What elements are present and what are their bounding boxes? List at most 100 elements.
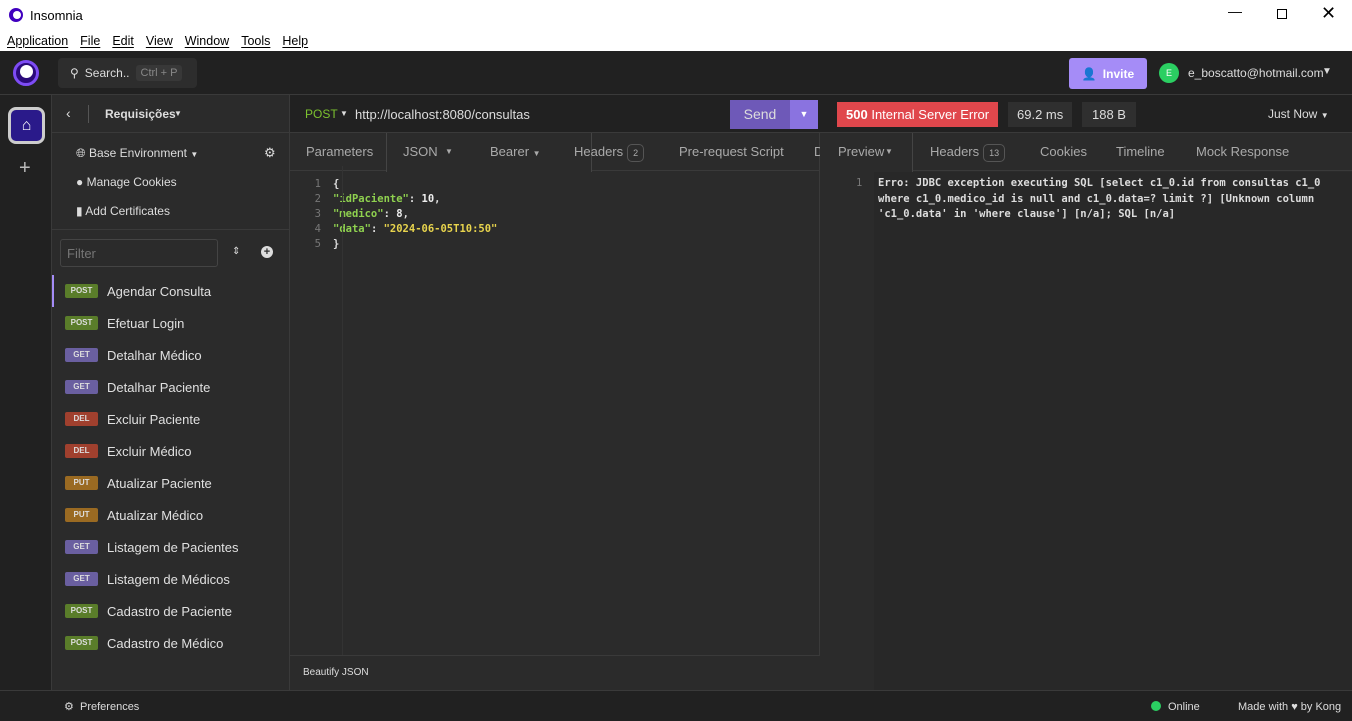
- globe-icon: 🌐︎: [76, 146, 86, 160]
- user-email[interactable]: e_boscatto@hotmail.com: [1188, 66, 1324, 80]
- app-header: ⚲ Search.. Ctrl + P 👤 Invite E e_boscatto…: [0, 51, 1352, 95]
- response-status-bar: 500 Internal Server Error 69.2 ms 188 B …: [820, 95, 1352, 133]
- menu-window[interactable]: Window: [185, 34, 229, 48]
- minimize-button[interactable]: —: [1228, 3, 1242, 19]
- method-badge: PUT: [65, 476, 98, 490]
- request-name: Efetuar Login: [107, 315, 185, 331]
- chevron-down-icon[interactable]: ▼: [174, 109, 182, 118]
- code-token: {: [333, 178, 340, 190]
- method-selector[interactable]: POST: [305, 107, 338, 121]
- send-button[interactable]: Send: [730, 100, 790, 129]
- tab-preview[interactable]: Preview ▼: [820, 133, 913, 172]
- tab-response-headers[interactable]: Headers 13: [930, 133, 1006, 171]
- plus-icon[interactable]: +: [19, 157, 31, 180]
- sidebar-request-item[interactable]: DEL Excluir Médico: [52, 435, 290, 467]
- tab-timeline[interactable]: Timeline: [1116, 133, 1165, 171]
- json-editor[interactable]: 1{2 "idPaciente": 10, 3 "medico": 8, 4 "data"…: [290, 166, 820, 657]
- tab-auth[interactable]: Bearer ▼: [490, 133, 541, 171]
- tab-prerequest-script[interactable]: Pre-request Script: [679, 133, 784, 171]
- search-shortcut: Ctrl + P: [135, 65, 183, 81]
- tab-mock-response[interactable]: Mock Response: [1196, 133, 1289, 171]
- chevron-down-icon: ▼: [190, 150, 199, 159]
- code-token: ,: [402, 208, 409, 220]
- gear-icon[interactable]: ⚙: [264, 145, 276, 161]
- tab-body-label: JSON: [403, 144, 438, 159]
- request-name: Excluir Paciente: [107, 411, 201, 427]
- add-request-icon[interactable]: +: [261, 246, 273, 258]
- back-icon[interactable]: ‹: [66, 105, 71, 121]
- collection-name[interactable]: Requisições: [105, 107, 176, 121]
- status-badge: 500 Internal Server Error: [837, 102, 999, 127]
- made-with-kong[interactable]: Made with ♥ by Kong: [1238, 701, 1341, 713]
- maximize-button[interactable]: [1277, 9, 1287, 19]
- preferences-button[interactable]: ⚙ Preferences: [64, 700, 139, 713]
- sidebar-request-item[interactable]: POST Cadastro de Paciente: [52, 595, 290, 627]
- chevron-down-icon[interactable]: ▼: [340, 109, 348, 118]
- sidebar-request-item[interactable]: POST Cadastro de Médico: [52, 627, 290, 659]
- certificate-icon: ▮: [76, 204, 83, 218]
- menu-tools[interactable]: Tools: [241, 34, 270, 48]
- sidebar-request-item[interactable]: GET Listagem de Médicos: [52, 563, 290, 595]
- method-badge: DEL: [65, 412, 98, 426]
- insomnia-logo-icon[interactable]: [13, 60, 39, 86]
- status-footer: ⚙ Preferences Online Made with ♥ by Kong: [0, 690, 1352, 721]
- sidebar-request-item[interactable]: GET Detalhar Paciente: [52, 371, 290, 403]
- sidebar-request-item[interactable]: GET Listagem de Pacientes: [52, 531, 290, 563]
- sidebar-request-item[interactable]: GET Detalhar Médico: [52, 339, 290, 371]
- tab-parameters[interactable]: Parameters: [306, 133, 373, 171]
- response-line: 'c1_0.data' in 'where clause'] [n/a]; SQ…: [878, 208, 1176, 220]
- menu-edit[interactable]: Edit: [112, 34, 134, 48]
- sort-icon[interactable]: ⇕: [232, 246, 240, 257]
- beautify-json-button[interactable]: Beautify JSON: [303, 667, 369, 678]
- request-name: Atualizar Médico: [107, 507, 204, 523]
- manage-cookies-label: Manage Cookies: [86, 175, 177, 189]
- environment-selector[interactable]: 🌐︎ Base Environment ▼: [76, 146, 198, 161]
- method-badge: POST: [65, 604, 98, 618]
- code-token: :: [383, 208, 397, 220]
- sidebar-request-item[interactable]: POST Agendar Consulta: [52, 275, 290, 307]
- menu-view[interactable]: View: [146, 34, 173, 48]
- manage-cookies-button[interactable]: ● Manage Cookies: [76, 175, 177, 189]
- title-bar: Insomnia — ✕: [0, 0, 1352, 30]
- menu-file[interactable]: File: [80, 34, 100, 48]
- request-tabs: Parameters JSON ▼ Bearer ▼ Headers 2 Pre-…: [290, 133, 823, 172]
- search-button[interactable]: ⚲ Search.. Ctrl + P: [58, 58, 197, 88]
- send-options-button[interactable]: ▼: [790, 100, 818, 129]
- home-icon[interactable]: ⌂: [8, 107, 45, 144]
- line-number: 2: [314, 193, 321, 205]
- method-badge: POST: [65, 636, 98, 650]
- code-token: 10: [421, 193, 435, 205]
- menu-application[interactable]: Application: [7, 34, 68, 48]
- line-number: 3: [314, 208, 321, 220]
- url-input[interactable]: http://localhost:8080/consultas: [355, 107, 530, 122]
- left-rail: ⌂ +: [0, 95, 52, 709]
- sidebar-request-item[interactable]: PUT Atualizar Paciente: [52, 467, 290, 499]
- close-button[interactable]: ✕: [1321, 3, 1336, 24]
- response-line: where c1_0.medico_id is null and c1_0.da…: [878, 192, 1315, 205]
- tab-cookies[interactable]: Cookies: [1040, 133, 1087, 171]
- code-token: :: [370, 223, 384, 235]
- sidebar-request-item[interactable]: POST Efetuar Login: [52, 307, 290, 339]
- line-number: 1: [856, 177, 863, 189]
- online-indicator-icon: [1151, 701, 1161, 711]
- history-dropdown[interactable]: Just Now ▼: [1268, 107, 1329, 121]
- response-pane: 500 Internal Server Error 69.2 ms 188 B …: [820, 95, 1352, 690]
- method-badge: POST: [65, 284, 98, 298]
- tab-body[interactable]: JSON ▼: [386, 133, 592, 172]
- add-certificates-button[interactable]: ▮ Add Certificates: [76, 204, 170, 218]
- response-body: Erro: JDBC exception executing SQL [sele…: [878, 176, 1348, 223]
- url-bar: POST ▼ http://localhost:8080/consultas S…: [290, 95, 820, 133]
- sidebar-request-item[interactable]: DEL Excluir Paciente: [52, 403, 290, 435]
- menu-help[interactable]: Help: [282, 34, 308, 48]
- code-token: "medico": [333, 208, 384, 220]
- chevron-down-icon[interactable]: ▼: [1322, 66, 1332, 77]
- code-line: 4 "data": "2024-06-05T10:50": [290, 222, 498, 237]
- filter-input[interactable]: [60, 239, 218, 267]
- menu-bar: Application File Edit View Window Tools …: [0, 30, 1352, 51]
- invite-button[interactable]: 👤 Invite: [1069, 58, 1147, 89]
- sidebar-request-item[interactable]: PUT Atualizar Médico: [52, 499, 290, 531]
- tab-headers[interactable]: Headers 2: [574, 133, 645, 171]
- request-name: Atualizar Paciente: [107, 475, 212, 491]
- gear-icon: ⚙: [64, 701, 74, 713]
- method-badge: GET: [65, 540, 98, 554]
